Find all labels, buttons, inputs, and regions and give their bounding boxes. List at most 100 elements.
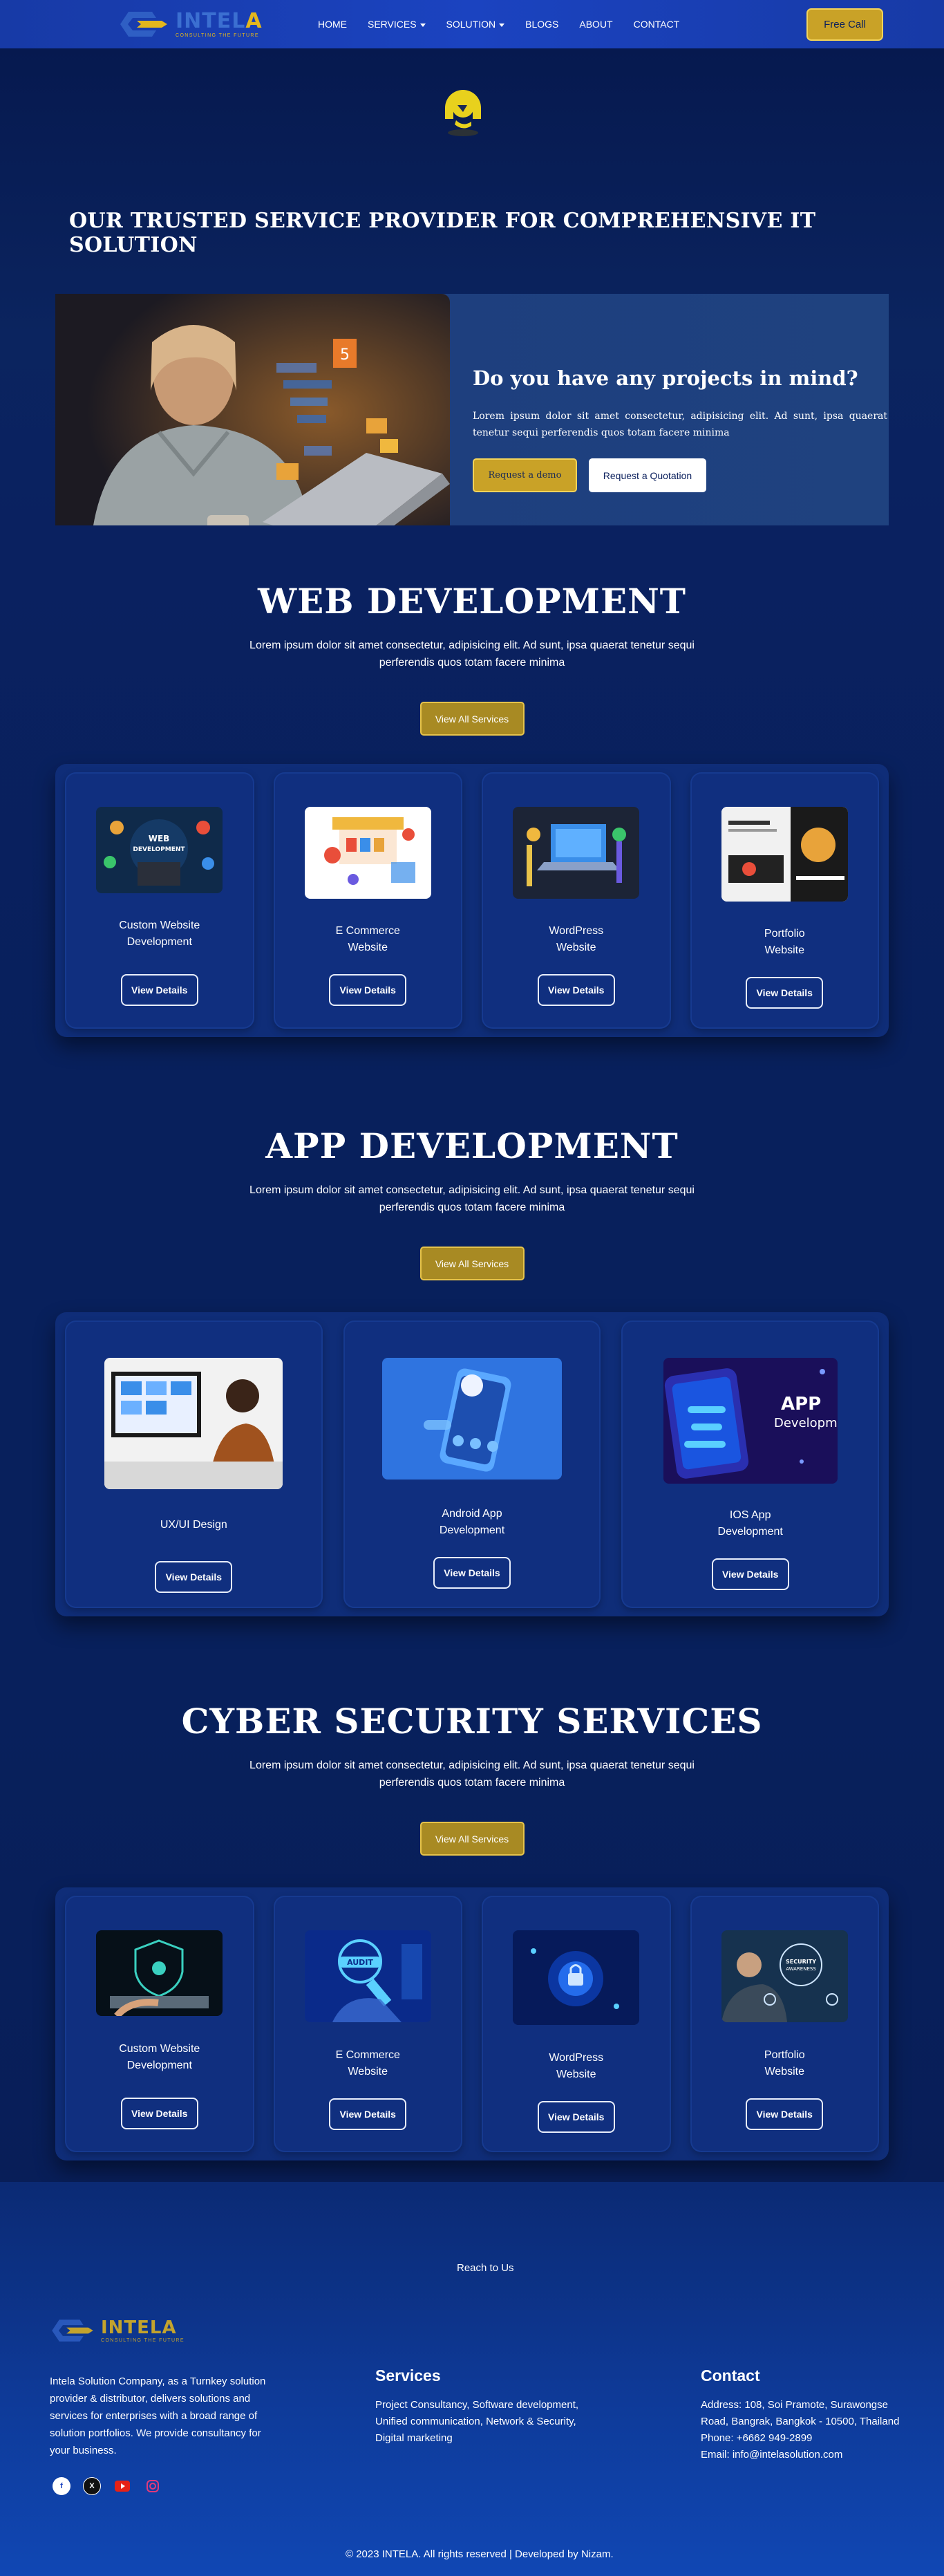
nav-home[interactable]: HOME — [318, 19, 347, 30]
site-footer: Reach to Us INTELA CONSULTING THE FUTURE… — [0, 2182, 944, 2576]
reach-to-us-link[interactable]: Reach to Us — [457, 2262, 514, 2274]
svg-text:DEVELOPMENT: DEVELOPMENT — [133, 846, 186, 853]
request-quotation-button[interactable]: Request a Quotation — [589, 458, 706, 492]
service-card[interactable]: Portfolio Website View Details — [690, 772, 879, 1029]
instagram-icon[interactable] — [144, 2477, 162, 2495]
view-details-button[interactable]: View Details — [711, 1558, 789, 1590]
copyright-text: © 2023 INTELA. All rights reserved | Dev… — [346, 2548, 614, 2560]
app-service-cards: UX/UI Design View Details Android App De… — [55, 1312, 889, 1616]
card-label: UX/UI Design — [160, 1519, 227, 1531]
service-card[interactable]: E Commerce Website View Details — [273, 772, 462, 1029]
section-title: WEB DEVELOPMENT — [258, 581, 686, 622]
card-label: Android App Development — [439, 1508, 505, 1536]
card-label: WordPress Website — [549, 925, 604, 953]
card-label: Custom Website Development — [119, 920, 200, 948]
chevron-down-icon — [419, 23, 426, 27]
view-details-button[interactable]: View Details — [329, 974, 407, 1006]
card-label: Portfolio Website — [764, 2049, 805, 2078]
svg-text:SECURITY: SECURITY — [786, 1959, 816, 1965]
cyber-security-section: CYBER SECURITY SERVICES Lorem ipsum dolo… — [0, 1659, 944, 2230]
service-card[interactable]: Custom Website Development View Details — [65, 1896, 254, 2152]
youtube-icon[interactable] — [113, 2477, 131, 2495]
nav-solution[interactable]: SOLUTION — [446, 19, 505, 30]
footer-logo: INTELA CONSULTING THE FUTURE — [48, 2317, 185, 2344]
logo-mark-icon — [52, 2320, 93, 2342]
company-about-text: Intela Solution Company, as a Turnkey so… — [50, 2376, 266, 2456]
portfolio-image — [721, 807, 848, 902]
view-details-button[interactable]: View Details — [120, 974, 198, 1006]
service-card[interactable]: SECURITY AWARENESS Portfolio Website Vie… — [690, 1896, 879, 2152]
chevron-down-icon — [499, 23, 505, 27]
card-label: E Commerce Website — [335, 2049, 400, 2078]
nav-blogs[interactable]: BLOGS — [525, 19, 558, 30]
card-label: E Commerce Website — [335, 925, 400, 953]
contact-phone[interactable]: Phone: +6662 949-2899 — [701, 2430, 915, 2447]
digital-lock-image — [513, 1930, 640, 2025]
contact-address: Address: 108, Soi Pramote, Surawongse Ro… — [701, 2399, 900, 2427]
security-audit-image: AUDIT — [304, 1930, 431, 2022]
svg-text:WEB: WEB — [149, 834, 170, 843]
section-title: CYBER SECURITY SERVICES — [181, 1701, 763, 1742]
facebook-icon[interactable]: f — [53, 2477, 70, 2495]
web-development-section: WEB DEVELOPMENT Lorem ipsum dolor sit am… — [0, 525, 944, 1113]
view-details-button[interactable]: View Details — [537, 974, 615, 1006]
logo-mark-icon — [120, 12, 167, 37]
svg-text:APP: APP — [781, 1394, 821, 1415]
service-card[interactable]: Android App Development View Details — [343, 1320, 601, 1608]
svg-text:AWARENESS: AWARENESS — [786, 1966, 816, 1972]
hero-section: OUR TRUSTED SERVICE PROVIDER FOR COMPREH… — [0, 48, 944, 557]
service-card[interactable]: WordPress Website View Details — [482, 1896, 671, 2152]
main-nav: HOME SERVICES SOLUTION BLOGS ABOUT CONTA… — [318, 19, 679, 30]
service-card[interactable]: APP Developme IOS App Development View D… — [621, 1320, 880, 1608]
ux-ui-design-image — [104, 1358, 283, 1489]
section-description: Lorem ipsum dolor sit amet consectetur, … — [249, 1760, 695, 1789]
promo-title: Do you have any projects in mind? — [473, 366, 858, 390]
nav-about[interactable]: ABOUT — [579, 19, 612, 30]
request-demo-button[interactable]: Request a demo — [473, 458, 577, 492]
view-details-button[interactable]: View Details — [329, 2098, 407, 2130]
view-all-services-button[interactable]: View All Services — [419, 702, 525, 736]
view-all-services-button[interactable]: View All Services — [419, 1822, 525, 1856]
view-details-button[interactable]: View Details — [746, 977, 824, 1009]
section-title: APP DEVELOPMENT — [265, 1126, 679, 1166]
brand-logo[interactable]: INTELA CONSULTING THE FUTURE — [116, 9, 272, 39]
cyber-service-cards: Custom Website Development View Details … — [55, 1887, 889, 2160]
nav-contact[interactable]: CONTACT — [634, 19, 680, 30]
svg-text:Developme: Developme — [774, 1416, 838, 1430]
social-links: f X — [53, 2477, 162, 2495]
security-awareness-image: SECURITY AWARENESS — [721, 1930, 848, 2022]
section-description: Lorem ipsum dolor sit amet consectetur, … — [249, 1184, 695, 1213]
ecommerce-image — [304, 807, 431, 899]
wordpress-image — [513, 807, 640, 899]
top-navbar: INTELA CONSULTING THE FUTURE HOME SERVIC… — [0, 0, 944, 48]
svg-text:5: 5 — [340, 346, 350, 364]
view-details-button[interactable]: View Details — [746, 2098, 824, 2130]
contact-email[interactable]: Email: info@intelasolution.com — [701, 2447, 915, 2463]
section-description: Lorem ipsum dolor sit amet consectetur, … — [249, 640, 695, 669]
project-promo-banner: 5 Do you have any projects in mind? Lore… — [55, 294, 889, 557]
service-card[interactable]: AUDIT E Commerce Website View Details — [273, 1896, 462, 2152]
view-details-button[interactable]: View Details — [537, 2101, 615, 2133]
promo-text: Lorem ipsum dolor sit amet consectetur, … — [473, 411, 887, 438]
app-development-section: APP DEVELOPMENT Lorem ipsum dolor sit am… — [0, 1113, 944, 1659]
developer-laptop-image: 5 — [55, 294, 450, 557]
nav-services[interactable]: SERVICES — [368, 19, 426, 30]
view-details-button[interactable]: View Details — [120, 2098, 198, 2129]
contact-info: Address: 108, Soi Pramote, Surawongse Ro… — [701, 2397, 915, 2463]
service-card[interactable]: UX/UI Design View Details — [65, 1320, 323, 1608]
card-label: WordPress Website — [549, 2052, 604, 2080]
view-details-button[interactable]: View Details — [433, 1557, 511, 1589]
card-label: IOS App Development — [717, 1509, 783, 1538]
view-all-services-button[interactable]: View All Services — [419, 1247, 525, 1280]
free-call-button[interactable]: Free Call — [806, 8, 883, 41]
contact-heading: Contact — [701, 2367, 760, 2384]
view-details-button[interactable]: View Details — [155, 1561, 233, 1593]
cyber-shield-image — [96, 1930, 223, 2016]
support-headset-icon — [445, 90, 481, 136]
hero-title: OUR TRUSTED SERVICE PROVIDER FOR COMPREH… — [69, 209, 816, 257]
web-service-cards: WEB DEVELOPMENT Custom Website Developme… — [55, 764, 889, 1037]
x-twitter-icon[interactable]: X — [83, 2477, 101, 2495]
service-card[interactable]: WEB DEVELOPMENT Custom Website Developme… — [65, 772, 254, 1029]
service-card[interactable]: WordPress Website View Details — [482, 772, 671, 1029]
services-text: Project Consultancy, Software developmen… — [375, 2399, 579, 2444]
